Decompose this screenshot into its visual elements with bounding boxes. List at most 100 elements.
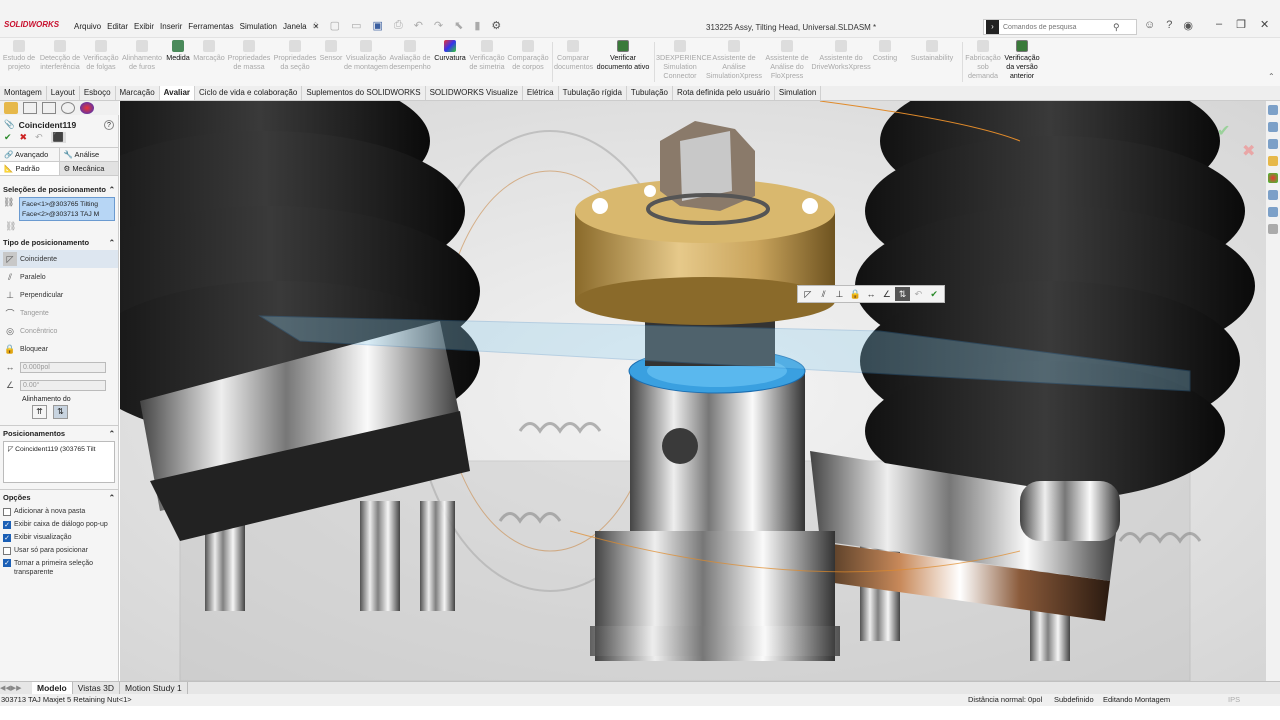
rebuild-icon[interactable]: ▮ <box>474 19 480 32</box>
menu-exibir[interactable]: Exibir <box>134 22 154 31</box>
option-add-folder[interactable]: Adicionar à nova pasta <box>0 505 118 518</box>
restore-icon[interactable]: ❐ <box>1236 18 1246 31</box>
angle-field[interactable]: 0.00° <box>20 379 106 391</box>
tool-section-properties[interactable]: Propriedades da seção <box>272 40 318 71</box>
lock-icon[interactable]: 🔒 <box>847 287 863 301</box>
mates-list[interactable]: ◸ Coincident119 (303765 Tilt <box>3 441 115 483</box>
option-transparent-first[interactable]: ✓ Tornar a primeira seleção transparente <box>0 557 118 579</box>
file-explorer-icon[interactable] <box>1268 139 1278 149</box>
tool-mass-properties[interactable]: Propriedades de massa <box>226 40 272 71</box>
tab-visualize[interactable]: SOLIDWORKS Visualize <box>426 86 523 100</box>
option-show-popup[interactable]: ✓ Exibir caixa de diálogo pop-up <box>0 518 118 531</box>
tool-3dexperience-simulation[interactable]: 3DEXPERIENCE Simulation Connector <box>656 40 712 80</box>
tab-avaliar[interactable]: Avaliar <box>159 86 196 100</box>
user-icon[interactable]: ☺ <box>1144 19 1155 32</box>
tab-scroll-arrows[interactable]: ◀◀▶▶ <box>0 684 32 692</box>
option-use-for-positioning[interactable]: Usar só para posicionar <box>0 544 118 557</box>
tab-model[interactable]: Modelo <box>32 681 73 695</box>
option-show-preview[interactable]: ✓ Exibir visualização <box>0 531 118 544</box>
tool-performance-evaluation[interactable]: Avaliação de desempenho <box>388 40 432 71</box>
design-library-icon[interactable] <box>1268 122 1278 132</box>
close-icon[interactable]: ✕ <box>1260 18 1269 31</box>
tool-clearance-verification[interactable]: Verificação de folgas <box>82 40 120 71</box>
select-icon[interactable]: ⬉ <box>454 19 463 32</box>
minimize-icon[interactable]: – <box>1216 18 1222 31</box>
tool-costing[interactable]: Costing <box>872 40 898 62</box>
option-checkbox[interactable]: ✓ <box>3 533 11 542</box>
tool-compare-documents[interactable]: Comparar documentos <box>554 40 593 71</box>
anti-aligned-button[interactable]: ⇅ <box>53 405 68 419</box>
mate-type-perpendicular[interactable]: ⊥ Perpendicular <box>0 286 118 304</box>
mate-type-coincident[interactable]: ◸ Coincidente <box>0 250 118 268</box>
tool-markup[interactable]: Marcação <box>192 40 226 62</box>
tool-manufacturing-on-demand[interactable]: Fabricação sob demanda <box>964 40 1002 80</box>
options-gear-icon[interactable]: ⚙ <box>491 19 501 32</box>
tab-tubulacao-rigida[interactable]: Tubulação rígida <box>559 86 627 100</box>
perpendicular-icon[interactable]: ⊥ <box>832 287 848 301</box>
mate-type-tangent[interactable]: ⌒ Tangente <box>0 304 118 322</box>
tab-ciclo-de-vida[interactable]: Ciclo de vida e colaboração <box>195 86 303 100</box>
mate-type-parallel[interactable]: ⫽ Paralelo <box>0 268 118 286</box>
redo-icon[interactable]: ↷ <box>434 19 443 32</box>
selection-item[interactable]: Face<1>@303765 Tilting <box>22 200 112 210</box>
search-icon[interactable]: ⚲ <box>1113 22 1120 33</box>
menu-editar[interactable]: Editar <box>107 22 128 31</box>
help-icon[interactable]: ? <box>104 119 114 130</box>
tab-tubulacao[interactable]: Tubulação <box>627 86 673 100</box>
tool-interference-detection[interactable]: Detecção de interferência <box>38 40 82 71</box>
status-units[interactable]: IPS <box>1228 694 1240 706</box>
search-input[interactable] <box>1003 23 1113 31</box>
tab-marcacao[interactable]: Marcação <box>116 86 160 100</box>
mate-type-header[interactable]: Tipo de posicionamento ⌃ <box>0 235 118 250</box>
tool-floxpress[interactable]: Assistente de Análise do FloXpress <box>764 40 810 80</box>
home-icon[interactable]: ⌂ <box>312 19 319 32</box>
confirm-icon[interactable]: ✔ <box>926 287 942 301</box>
option-checkbox[interactable]: ✓ <box>3 559 11 567</box>
tool-hole-alignment[interactable]: Alinhamento de furos <box>120 40 164 71</box>
configuration-manager-icon[interactable] <box>42 102 56 114</box>
assembly-3d-view[interactable] <box>120 101 1266 681</box>
pushpin-icon[interactable]: ⬛ <box>50 132 66 143</box>
selection-item[interactable]: Face<2>@303713 TAJ M <box>22 210 112 220</box>
tab-3d-views[interactable]: Vistas 3D <box>73 681 120 695</box>
coincident-icon[interactable]: ◸ <box>800 287 816 301</box>
ok-icon[interactable]: ✔ <box>4 132 12 143</box>
collapse-icon[interactable]: ⌃ <box>109 493 115 502</box>
tool-driveworksxpress[interactable]: Assistente do DriveWorksXpress <box>810 40 872 71</box>
ribbon-collapse-icon[interactable]: ⌃ <box>1268 72 1275 81</box>
distance-icon[interactable]: ↔ <box>863 287 879 301</box>
solidworks-resources-icon[interactable] <box>1268 105 1278 115</box>
dimxpert-icon[interactable] <box>61 102 75 114</box>
tool-compare-bodies[interactable]: Comparação de corpos <box>506 40 550 71</box>
confirm-corner-cancel-icon[interactable]: ✖ <box>1242 141 1255 161</box>
property-manager-icon[interactable] <box>23 102 37 114</box>
tool-check-active-document[interactable]: Verificar documento ativo <box>594 40 652 71</box>
aligned-button[interactable]: ⇈ <box>32 405 47 419</box>
menu-janela[interactable]: Janela <box>283 22 307 31</box>
distance-field[interactable]: 0.000pol <box>20 361 106 373</box>
selections-header[interactable]: Seleções de posicionamento ⌃ <box>0 182 118 197</box>
graphics-area[interactable]: ✔ ✖ ⧉ ❐ – ▢ ✕ <box>120 101 1266 681</box>
menu-simulation[interactable]: Simulation <box>240 22 277 31</box>
tab-montagem[interactable]: Montagem <box>0 86 47 100</box>
tool-assembly-visualization[interactable]: Visualização de montagem <box>344 40 388 71</box>
tab-layout[interactable]: Layout <box>47 86 80 100</box>
save-icon[interactable]: ▣ <box>372 19 382 32</box>
undo-icon[interactable]: ↶ <box>910 287 926 301</box>
mate-type-concentric[interactable]: ◎ Concêntrico <box>0 322 118 340</box>
feature-manager-icon[interactable] <box>4 102 18 114</box>
tab-esboco[interactable]: Esboço <box>80 86 116 100</box>
tool-curvature[interactable]: Curvatura <box>432 40 468 62</box>
print-icon[interactable]: ⎙ <box>394 19 403 32</box>
recent-icon[interactable] <box>1268 224 1278 234</box>
new-document-icon[interactable]: ▢ <box>330 19 340 32</box>
options-header[interactable]: Opções ⌃ <box>0 490 118 505</box>
angle-icon[interactable]: ∠ <box>879 287 895 301</box>
mate-item[interactable]: Coincident119 (303765 Tilt <box>15 446 95 453</box>
tab-standard[interactable]: 📐 Padrão <box>0 162 60 175</box>
flip-alignment-icon[interactable]: ⇅ <box>894 287 911 301</box>
tab-advanced[interactable]: 🔗 Avançado <box>0 148 60 161</box>
tab-motion-study[interactable]: Motion Study 1 <box>120 681 188 695</box>
account-icon[interactable]: ◉ <box>1183 19 1193 32</box>
option-checkbox[interactable]: ✓ <box>3 520 11 529</box>
